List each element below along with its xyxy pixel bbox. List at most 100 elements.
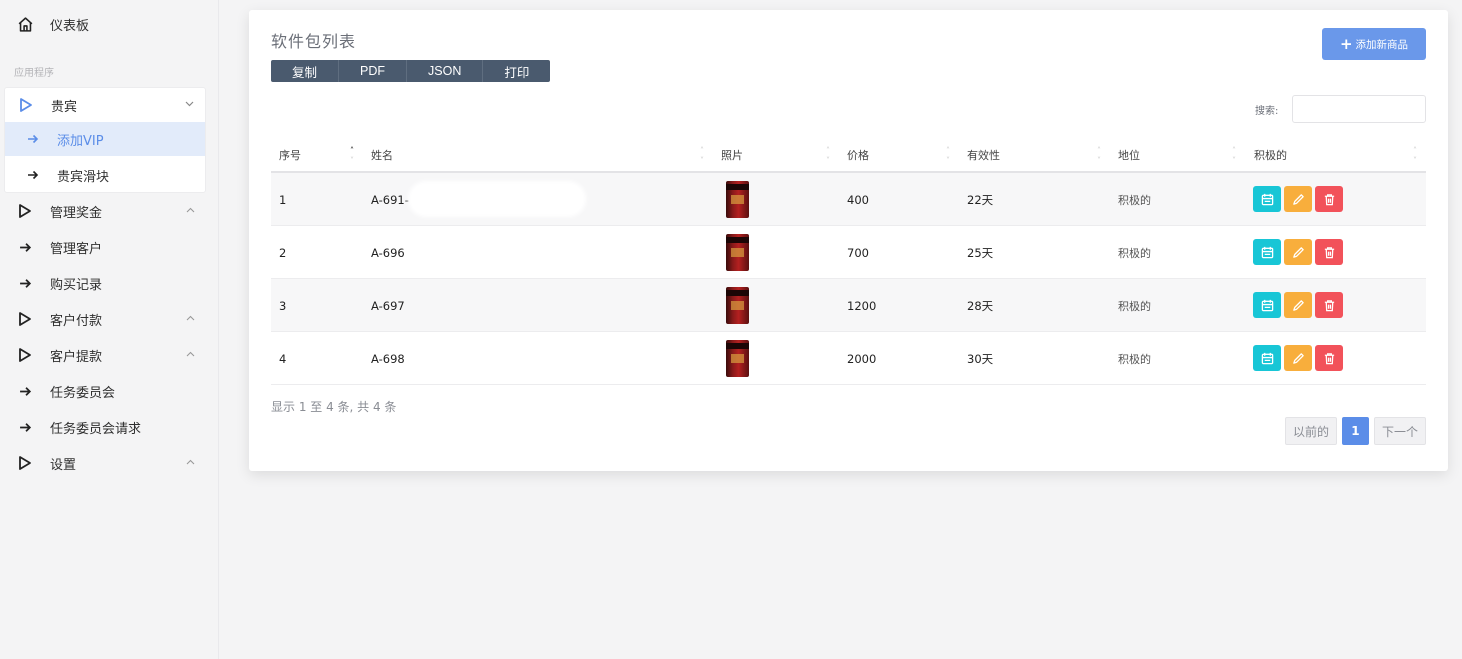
cell-price: 400 xyxy=(847,192,869,207)
cell-name: A-698 xyxy=(371,351,405,366)
sidebar-item-label: 管理客户 xyxy=(50,241,103,257)
sidebar-item-customer-payments[interactable]: 客户付款 xyxy=(0,302,206,336)
search-label: 搜索: xyxy=(1255,106,1279,117)
arrow-right-icon xyxy=(16,238,34,256)
chevron-down-icon xyxy=(183,98,195,110)
delete-button[interactable] xyxy=(1315,345,1343,371)
table-header: 序号 ˄ ˅ 姓名 ˄ ˅ 照片 ˄ ˅ 价格 ˄ ˅ 有效性 ˄ ˅ 地位 ˄ ˅ 积极的… xyxy=(271,143,1426,173)
sidebar-item-task-committee-requests[interactable]: 任务委员会请求 xyxy=(0,410,206,444)
chevron-up-icon xyxy=(184,312,196,324)
sidebar-item-label: 任务委员会 xyxy=(50,385,116,401)
view-button[interactable] xyxy=(1253,345,1281,371)
cell-name: A-696 xyxy=(371,245,405,260)
cell-no: 1 xyxy=(279,192,287,207)
sidebar-item-label: 设置 xyxy=(50,457,77,473)
cell-photo xyxy=(726,332,749,385)
pencil-icon xyxy=(1292,352,1304,364)
sidebar-subitem-label: 贵宾滑块 xyxy=(57,169,110,185)
arrow-right-icon xyxy=(27,134,41,144)
col-header-price[interactable]: 价格 xyxy=(847,147,869,163)
sort-icon[interactable]: ˄ ˅ xyxy=(697,146,707,172)
view-button[interactable] xyxy=(1253,239,1281,265)
sidebar-section-label: 应用程序 xyxy=(14,68,54,79)
sidebar-item-customer-withdrawals[interactable]: 客户提款 xyxy=(0,338,206,372)
product-thumbnail[interactable] xyxy=(726,234,749,271)
sidebar-subitem-vip-slider[interactable]: 贵宾滑块 xyxy=(5,158,205,192)
cell-validity: 30天 xyxy=(967,351,994,366)
sidebar-item-label: 购买记录 xyxy=(50,277,103,293)
sidebar-item-purchase-records[interactable]: 购买记录 xyxy=(0,266,206,300)
sidebar-group-vip: 贵宾 添加VIP 贵宾滑块 xyxy=(4,87,206,193)
edit-button[interactable] xyxy=(1284,292,1312,318)
sort-icon[interactable]: ˄ ˅ xyxy=(943,146,953,172)
col-header-status[interactable]: 地位 xyxy=(1118,147,1140,163)
cell-photo xyxy=(726,173,749,226)
delete-button[interactable] xyxy=(1315,186,1343,212)
json-button[interactable]: JSON xyxy=(407,60,484,82)
next-page-button[interactable]: 下一个 xyxy=(1373,417,1426,445)
add-new-item-button[interactable]: + 添加新商品 xyxy=(1322,28,1426,60)
edit-button[interactable] xyxy=(1284,186,1312,212)
table-row: 3 A-697 1200 28天 积极的 xyxy=(271,279,1426,332)
plus-icon: + xyxy=(1339,34,1353,53)
cell-name: A-697 xyxy=(371,298,405,313)
package-table: 序号 ˄ ˅ 姓名 ˄ ˅ 照片 ˄ ˅ 价格 ˄ ˅ 有效性 ˄ ˅ 地位 ˄ ˅ 积极的… xyxy=(271,143,1426,385)
cell-validity: 28天 xyxy=(967,298,994,313)
sidebar-item-manage-customers[interactable]: 管理客户 xyxy=(0,230,206,264)
sidebar-item-manage-bonus[interactable]: 管理奖金 xyxy=(0,194,206,228)
cell-no: 2 xyxy=(279,245,287,260)
table-row: 2 A-696 700 25天 积极的 xyxy=(271,226,1426,279)
pencil-icon xyxy=(1292,246,1304,258)
edit-button[interactable] xyxy=(1284,239,1312,265)
sidebar-item-task-committee[interactable]: 任务委员会 xyxy=(0,374,206,408)
calendar-icon xyxy=(1261,193,1273,205)
calendar-icon xyxy=(1261,299,1273,311)
col-header-no[interactable]: 序号 xyxy=(279,147,301,163)
arrow-right-icon xyxy=(16,418,34,436)
print-button[interactable]: 打印 xyxy=(483,60,550,82)
sidebar-item-settings[interactable]: 设置 xyxy=(0,446,206,480)
product-thumbnail[interactable] xyxy=(726,181,749,218)
product-thumbnail[interactable] xyxy=(726,287,749,324)
cell-name: A-691- xyxy=(371,192,409,207)
add-button-label: 添加新商品 xyxy=(1355,38,1409,51)
prev-page-button[interactable]: 以前的 xyxy=(1284,417,1337,445)
delete-button[interactable] xyxy=(1315,239,1343,265)
page-number-button[interactable]: 1 xyxy=(1341,417,1369,445)
trash-icon xyxy=(1324,299,1334,311)
sort-icon[interactable]: ˄ ˅ xyxy=(1094,146,1104,172)
col-header-active[interactable]: 积极的 xyxy=(1254,147,1287,163)
sidebar-subitem-label: 添加VIP xyxy=(57,133,104,149)
product-thumbnail[interactable] xyxy=(726,340,749,377)
view-button[interactable] xyxy=(1253,292,1281,318)
col-header-name[interactable]: 姓名 xyxy=(371,147,393,163)
sidebar-item-vip[interactable]: 贵宾 xyxy=(5,88,205,122)
pagination: 以前的 1 下一个 xyxy=(1280,417,1426,445)
trash-icon xyxy=(1324,352,1334,364)
chevron-up-icon xyxy=(184,348,196,360)
cell-photo xyxy=(726,279,749,332)
redaction-mask xyxy=(408,181,586,217)
col-header-validity[interactable]: 有效性 xyxy=(967,147,1000,163)
sidebar-item-label: 贵宾 xyxy=(51,99,78,115)
cell-status: 积极的 xyxy=(1118,299,1151,313)
sidebar-item-label: 任务委员会请求 xyxy=(50,421,142,437)
copy-button[interactable]: 复制 xyxy=(271,60,340,82)
sort-icon[interactable]: ˄ ˅ xyxy=(1229,146,1239,172)
sort-icon[interactable]: ˄ ˅ xyxy=(823,146,833,172)
cell-no: 4 xyxy=(279,351,287,366)
sidebar-item-dashboard[interactable]: 仪表板 xyxy=(0,7,206,41)
view-button[interactable] xyxy=(1253,186,1281,212)
edit-button[interactable] xyxy=(1284,345,1312,371)
sidebar: 仪表板 应用程序 贵宾 添加VIP 贵宾滑块 管理奖金 管理客户 购买记录 客户… xyxy=(0,0,219,659)
sidebar-subitem-add-vip[interactable]: 添加VIP xyxy=(5,122,205,156)
col-header-photo[interactable]: 照片 xyxy=(721,147,743,163)
search-input[interactable] xyxy=(1292,95,1426,123)
calendar-icon xyxy=(1261,246,1273,258)
sidebar-item-label: 客户提款 xyxy=(50,349,103,365)
delete-button[interactable] xyxy=(1315,292,1343,318)
sort-icon[interactable]: ˄ ˅ xyxy=(347,146,357,172)
sort-icon[interactable]: ˄ ˅ xyxy=(1410,146,1420,172)
arrow-right-icon xyxy=(16,382,34,400)
pdf-button[interactable]: PDF xyxy=(339,60,408,82)
